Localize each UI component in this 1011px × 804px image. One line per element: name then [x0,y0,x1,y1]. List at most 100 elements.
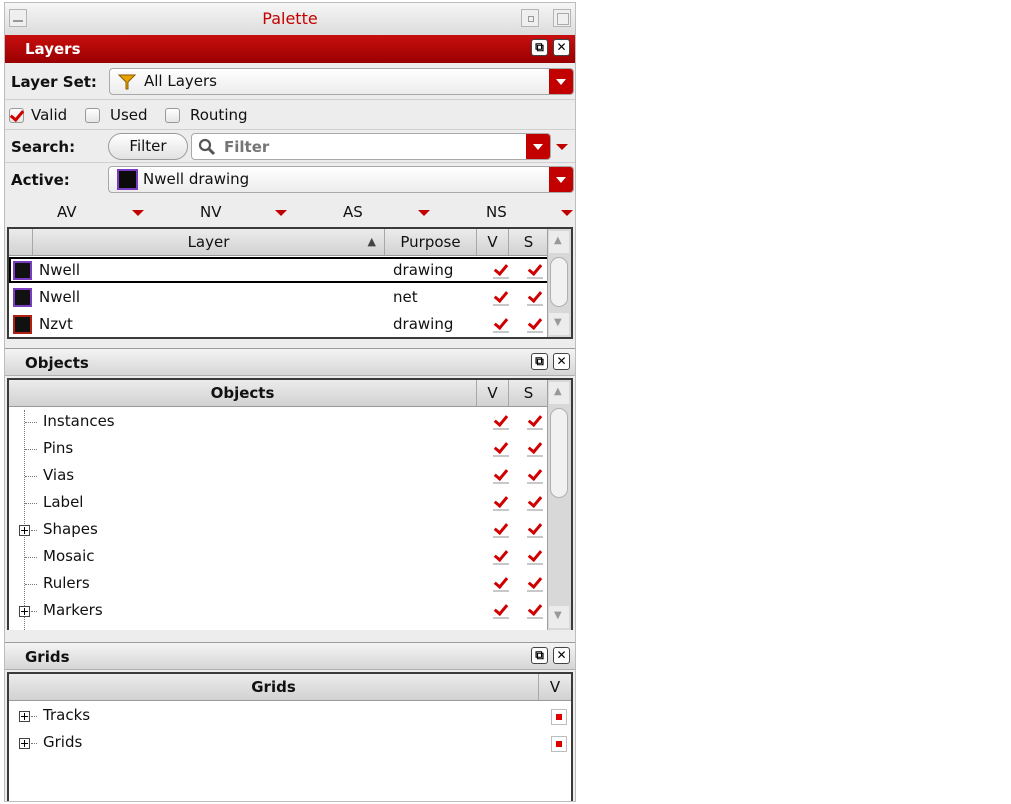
expand-plus-icon[interactable] [19,711,30,722]
grids-close-button[interactable]: ✕ [553,647,570,664]
scroll-up-icon[interactable]: ▲ [549,231,569,253]
expand-plus-icon[interactable] [19,525,30,536]
scroll-thumb[interactable] [550,257,568,307]
toggle-nv[interactable]: NV [200,203,221,221]
list-item[interactable]: Vias [9,464,549,490]
object-visible-checkbox[interactable] [493,468,509,484]
expand-plus-icon[interactable] [19,606,30,617]
layer-set-dropdown[interactable]: All Layers [109,68,574,95]
v-column-header[interactable]: V [539,674,571,700]
objects-close-button[interactable]: ✕ [553,353,570,370]
window-shade-button[interactable] [521,9,539,27]
object-selectable-checkbox[interactable] [527,522,543,538]
object-visible-checkbox[interactable] [493,495,509,511]
layer-purpose: drawing [393,315,454,333]
toggle-ns[interactable]: NS [486,203,507,221]
object-selectable-checkbox[interactable] [527,549,543,565]
object-selectable-checkbox[interactable] [527,414,543,430]
layer-set-value: All Layers [144,72,218,90]
layer-column-header[interactable]: Layer ▲ [33,229,385,255]
object-visible-checkbox[interactable] [493,576,509,592]
list-item[interactable]: Shapes [9,518,549,544]
list-item[interactable]: Grids [9,731,571,757]
valid-checkbox[interactable] [9,108,24,123]
used-checkbox[interactable] [85,108,100,123]
layer-color-swatch [13,315,32,334]
grids-table: Grids V Tracks Grids [7,672,573,801]
objects-float-button[interactable]: ⧉ [531,353,548,370]
list-item[interactable]: Markers [9,599,549,625]
layers-table-scrollbar[interactable]: ▲ ▼ [547,229,571,337]
toggle-as-arrow-icon[interactable] [418,210,430,216]
visibility-toggle-row: AV NV AS NS [5,197,575,227]
table-row[interactable]: Nwell drawing [9,257,549,283]
object-visible-checkbox[interactable] [493,522,509,538]
grids-column-header[interactable]: Grids [9,674,539,700]
layer-selectable-checkbox[interactable] [527,290,543,306]
window-maximize-button[interactable] [553,9,571,27]
object-visible-checkbox[interactable] [493,414,509,430]
object-selectable-checkbox[interactable] [527,603,543,619]
toggle-as[interactable]: AS [343,203,363,221]
grids-panel-title: Grids [25,648,70,666]
search-input[interactable] [222,136,516,158]
toggle-nv-arrow-icon[interactable] [275,210,287,216]
layer-visible-checkbox[interactable] [493,290,509,306]
object-selectable-checkbox[interactable] [527,576,543,592]
search-filter-field[interactable] [191,133,551,160]
object-visible-checkbox[interactable] [493,441,509,457]
objects-table-scrollbar[interactable]: ▲ ▼ [547,380,571,630]
layers-close-button[interactable]: ✕ [553,39,570,56]
layer-visible-checkbox[interactable] [493,263,509,279]
layers-panel-title: Layers [25,40,81,58]
object-visible-checkbox[interactable] [493,603,509,619]
layer-swatch-column-header[interactable] [9,229,33,255]
objects-column-header[interactable]: Objects [9,380,477,406]
scroll-down-icon[interactable]: ▼ [549,313,569,335]
layer-visible-checkbox[interactable] [493,317,509,333]
filter-button[interactable]: Filter [108,133,188,160]
expand-plus-icon[interactable] [19,738,30,749]
scroll-thumb[interactable] [550,408,568,498]
objects-table: Objects V S Instances Pins Vias Label Sh… [7,378,573,630]
scroll-down-icon[interactable]: ▼ [549,606,569,628]
list-item[interactable]: Tracks [9,704,571,730]
list-item[interactable]: Rulers [9,572,549,598]
toggle-av-arrow-icon[interactable] [132,210,144,216]
s-column-header[interactable]: S [509,229,549,255]
v-column-header[interactable]: V [477,229,509,255]
layer-selectable-checkbox[interactable] [527,317,543,333]
purpose-column-header[interactable]: Purpose [385,229,477,255]
scroll-up-icon[interactable]: ▲ [549,382,569,404]
active-layer-dropdown[interactable]: Nwell drawing [108,166,574,193]
list-item[interactable]: Pins [9,437,549,463]
objects-table-header: Objects V S [9,380,549,407]
object-selectable-checkbox[interactable] [527,495,543,511]
table-row[interactable]: Nzvt drawing [9,311,549,337]
search-options-arrow-icon[interactable] [556,144,568,150]
maximize-icon [557,13,569,25]
toggle-ns-arrow-icon[interactable] [561,210,573,216]
layer-selectable-checkbox[interactable] [527,263,543,279]
list-item[interactable]: Label [9,491,549,517]
object-selectable-checkbox[interactable] [527,441,543,457]
object-label: Pins [43,439,74,457]
chevron-down-icon[interactable] [549,69,573,94]
chevron-down-icon[interactable] [549,167,573,192]
layers-float-button[interactable]: ⧉ [531,39,548,56]
v-column-header[interactable]: V [477,380,509,406]
list-item[interactable]: Instances [9,410,549,436]
toggle-av[interactable]: AV [57,203,77,221]
grid-visible-toggle[interactable] [551,709,567,725]
routing-checkbox[interactable] [165,108,180,123]
window-titlebar[interactable]: Palette [5,3,575,36]
grid-visible-toggle[interactable] [551,736,567,752]
table-row[interactable]: Nwell net [9,284,549,310]
object-selectable-checkbox[interactable] [527,468,543,484]
object-visible-checkbox[interactable] [493,549,509,565]
search-history-dropdown[interactable] [526,134,550,159]
list-item[interactable]: Mosaic [9,545,549,571]
grids-float-button[interactable]: ⧉ [531,647,548,664]
object-label: Instances [43,412,115,430]
s-column-header[interactable]: S [509,380,549,406]
